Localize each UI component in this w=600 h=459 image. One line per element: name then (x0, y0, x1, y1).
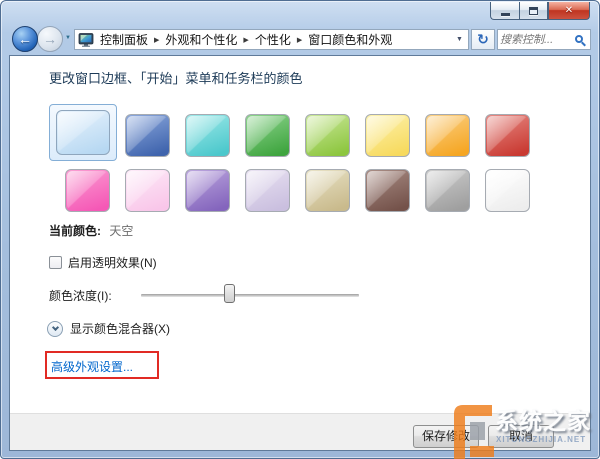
color-intensity-label: 颜色浓度(I): (49, 287, 112, 304)
color-chip (56, 110, 110, 155)
color-swatch-slate[interactable] (425, 169, 470, 212)
color-swatch-pumpkin[interactable] (425, 114, 470, 157)
minimize-button[interactable] (490, 2, 519, 20)
search-icon (575, 35, 583, 43)
color-chip (305, 169, 350, 212)
expander-chevron-icon (47, 321, 63, 337)
breadcrumb-separator-icon: ▶ (150, 36, 163, 44)
color-chip (365, 169, 410, 212)
color-chip (485, 169, 530, 212)
address-dropdown-button[interactable]: ▼ (451, 30, 468, 49)
refresh-button[interactable]: ↻ (471, 29, 495, 50)
maximize-button[interactable] (519, 2, 548, 20)
breadcrumb-separator-icon: ▶ (239, 36, 252, 44)
close-button[interactable]: ✕ (548, 2, 590, 20)
color-swatch-row-2 (65, 169, 530, 212)
transparency-label[interactable]: 启用透明效果(N) (68, 254, 157, 271)
refresh-icon: ↻ (477, 31, 489, 47)
color-chip (245, 169, 290, 212)
color-chip (425, 169, 470, 212)
page-title: 更改窗口边框、「开始」菜单和任务栏的颜色 (49, 68, 303, 87)
current-color-value: 天空 (109, 224, 133, 238)
color-chip (485, 114, 530, 157)
color-chip (245, 114, 290, 157)
color-chip (365, 114, 410, 157)
back-arrow-icon: ← (18, 31, 32, 47)
color-swatch-twilight[interactable] (125, 114, 170, 157)
current-color-label: 当前颜色: (49, 224, 101, 238)
window-color-appearance-dialog: ✕ ← → ▼ 控制 (0, 0, 600, 459)
chevron-down-icon: ▼ (456, 36, 463, 43)
color-swatch-fuchsia[interactable] (65, 169, 110, 212)
color-swatch-blush[interactable] (125, 169, 170, 212)
color-swatch-grass[interactable] (305, 114, 350, 157)
search-box (497, 29, 591, 50)
color-intensity-slider-thumb[interactable] (224, 284, 235, 303)
color-swatch-violet[interactable] (185, 169, 230, 212)
breadcrumb: 控制面板▶外观和个性化▶个性化▶窗口颜色和外观 (98, 31, 451, 48)
color-mixer-expander[interactable]: 显示颜色混合器(X) (47, 320, 170, 337)
personalization-monitor-icon (78, 33, 94, 47)
breadcrumb-item-0[interactable]: 控制面板 (98, 31, 150, 48)
color-swatch-sea[interactable] (185, 114, 230, 157)
transparency-checkbox[interactable] (49, 256, 62, 269)
current-color: 当前颜色: 天空 (49, 222, 133, 239)
color-swatch-sky[interactable] (49, 104, 117, 161)
color-swatch-leaf[interactable] (245, 114, 290, 157)
color-chip (125, 114, 170, 157)
history-dropdown-icon[interactable]: ▼ (65, 35, 71, 41)
color-swatch-row-1 (65, 114, 530, 161)
color-swatch-taupe[interactable] (305, 169, 350, 212)
color-chip (65, 169, 110, 212)
close-icon: ✕ (565, 5, 573, 16)
search-input[interactable] (500, 31, 572, 48)
transparency-row: 启用透明效果(N) (49, 254, 157, 271)
minimize-icon (501, 13, 510, 16)
color-mixer-label: 显示颜色混合器(X) (70, 320, 170, 337)
forward-arrow-icon: → (43, 31, 57, 47)
window-controls: ✕ (490, 2, 590, 20)
color-chip (425, 114, 470, 157)
forward-button[interactable]: → (37, 26, 63, 52)
breadcrumb-item-2[interactable]: 个性化 (253, 31, 293, 48)
address-bar[interactable]: 控制面板▶外观和个性化▶个性化▶窗口颜色和外观 ▼ (74, 29, 469, 50)
cancel-button[interactable]: 取消 (488, 425, 554, 448)
back-button[interactable]: ← (12, 26, 38, 52)
color-chip (125, 169, 170, 212)
color-chip (185, 169, 230, 212)
color-chip (305, 114, 350, 157)
breadcrumb-item-1[interactable]: 外观和个性化 (163, 31, 239, 48)
color-swatch-frost[interactable] (485, 169, 530, 212)
save-changes-button[interactable]: 保存修改 (413, 425, 479, 448)
color-chip (185, 114, 230, 157)
maximize-icon (529, 7, 538, 15)
color-swatch-ruby[interactable] (485, 114, 530, 157)
color-swatch-lavender[interactable] (245, 169, 290, 212)
color-swatch-chocolate[interactable] (365, 169, 410, 212)
advanced-appearance-link[interactable]: 高级外观设置... (51, 358, 133, 375)
color-intensity-slider-track[interactable] (141, 294, 359, 297)
breadcrumb-item-3[interactable]: 窗口颜色和外观 (306, 31, 394, 48)
color-swatch-sun[interactable] (365, 114, 410, 157)
breadcrumb-separator-icon: ▶ (293, 36, 306, 44)
